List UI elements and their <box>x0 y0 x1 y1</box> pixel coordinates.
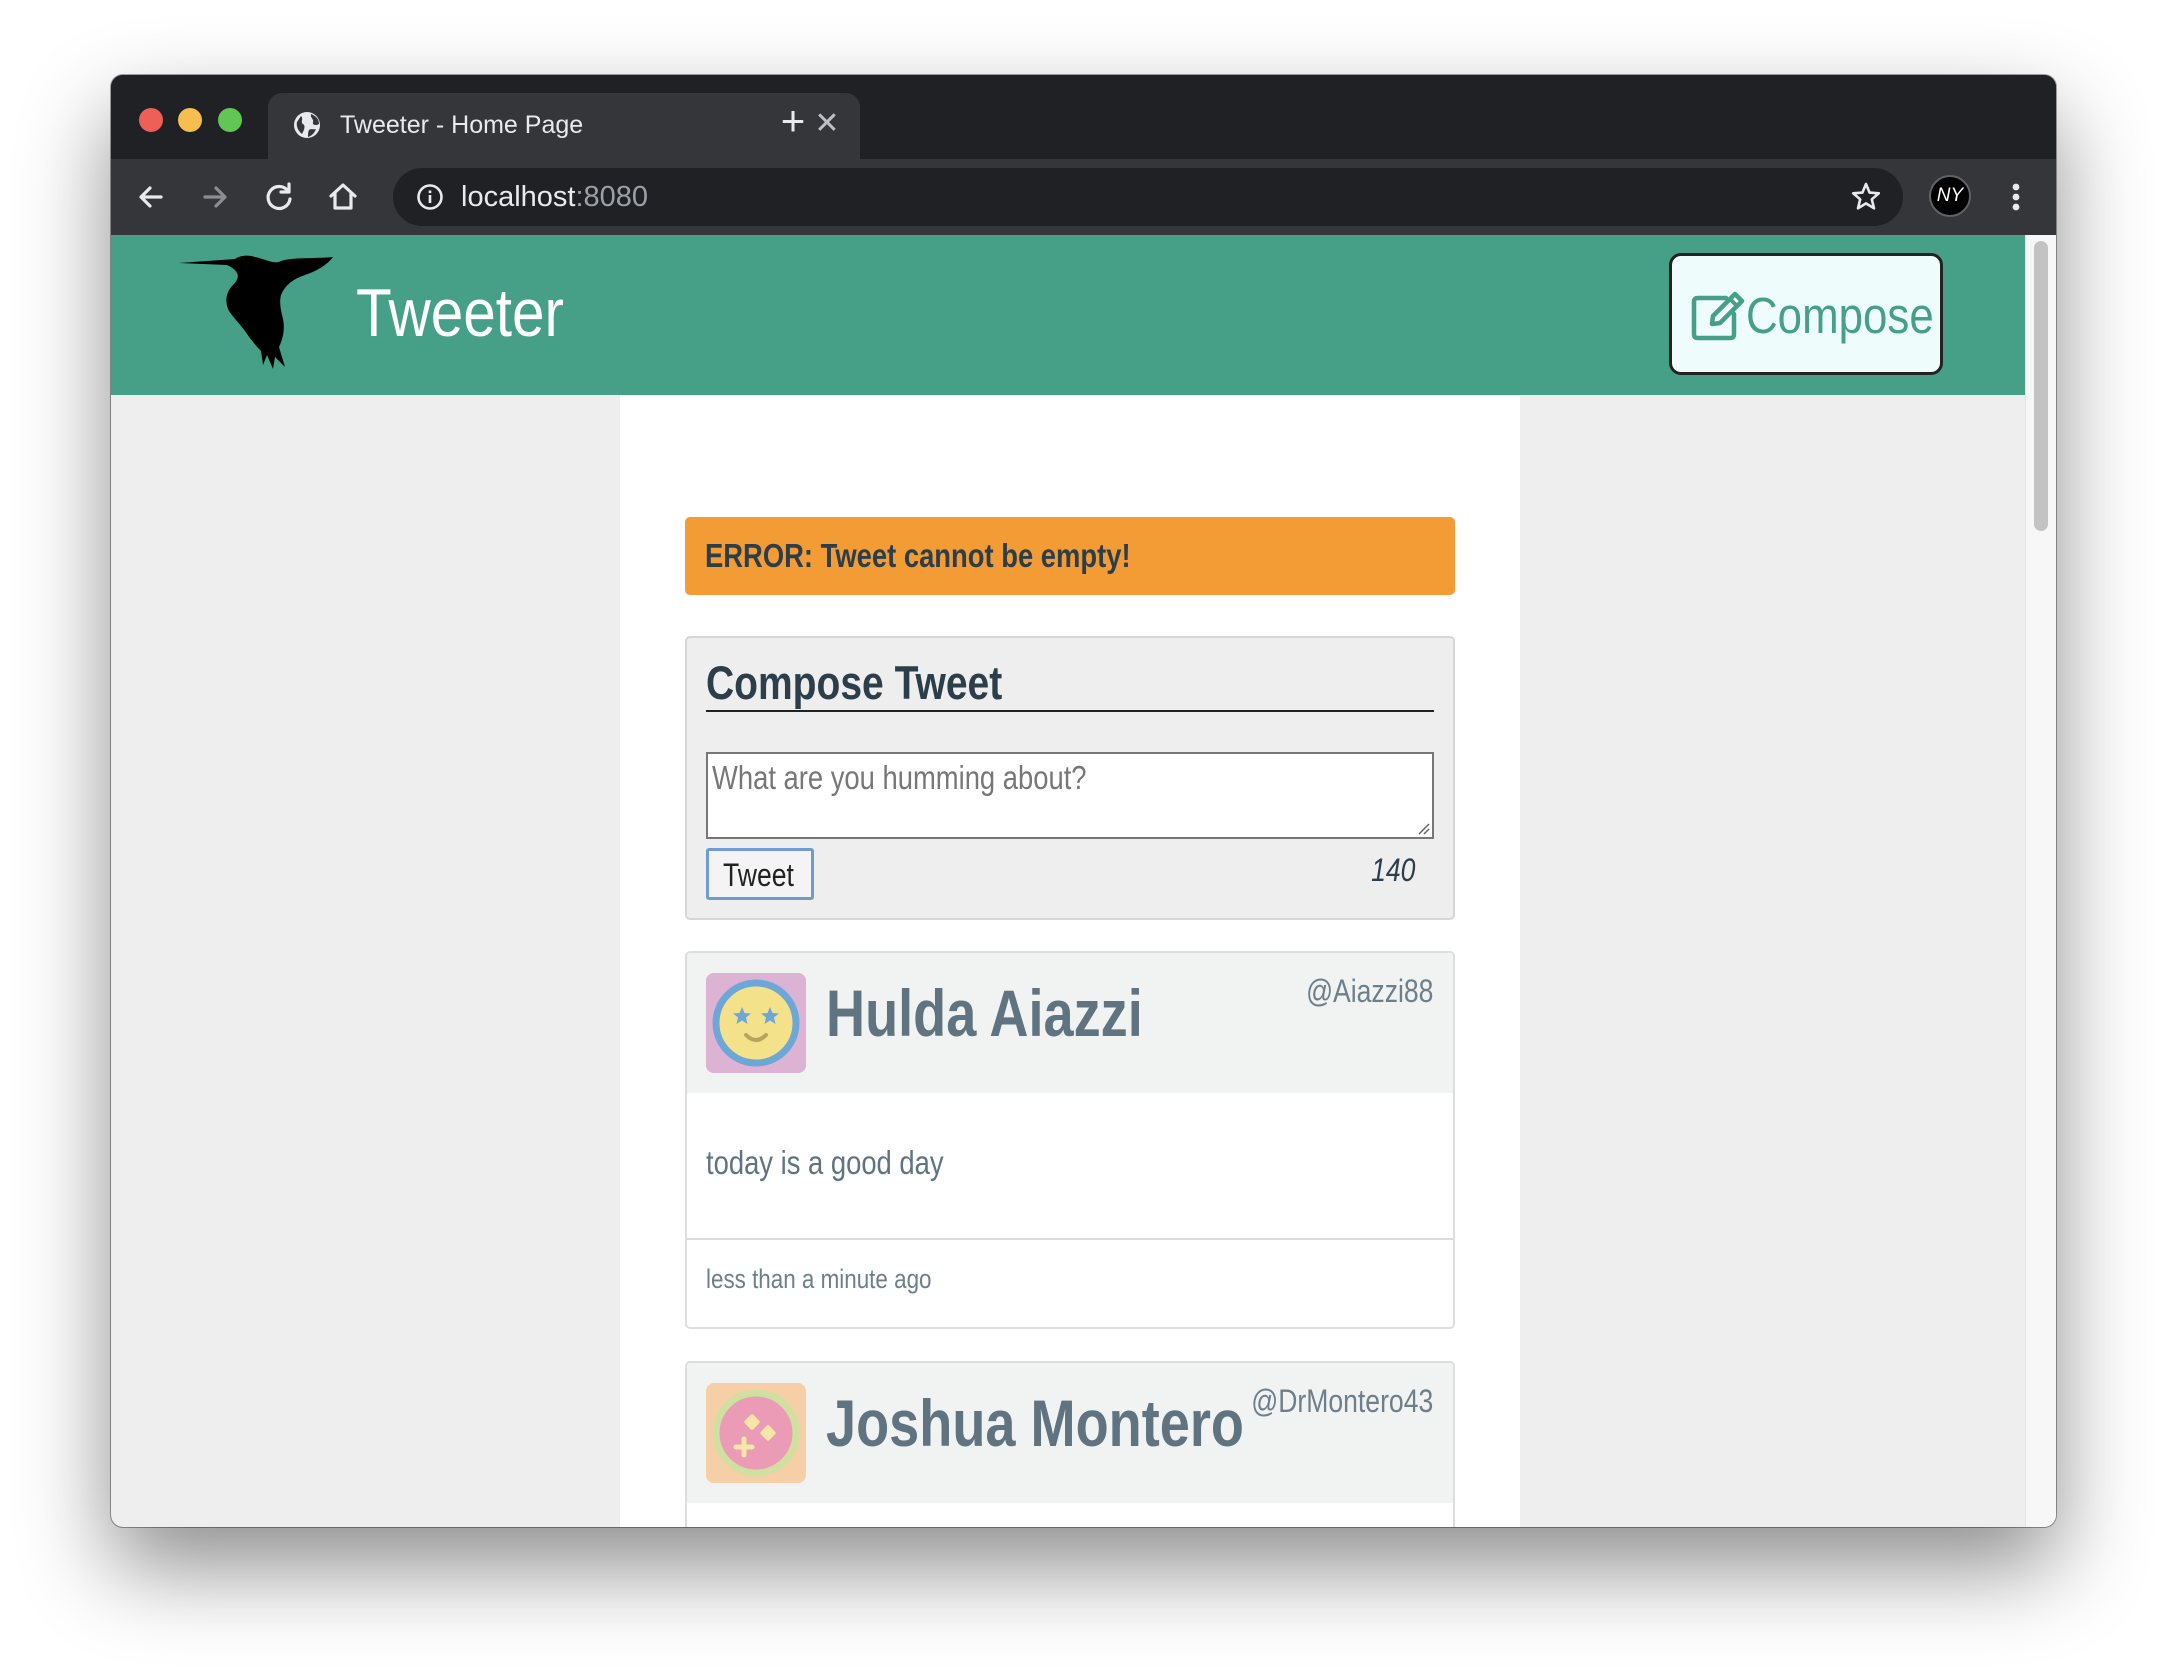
info-icon[interactable] <box>415 182 445 212</box>
tweet-timestamp: less than a minute ago <box>706 1264 932 1294</box>
tweet-header: Hulda Aiazzi @Aiazzi88 <box>687 953 1453 1093</box>
tweet-author-handle: @DrMontero43 <box>1251 1383 1433 1419</box>
tweet-textarea-placeholder: What are you humming about? <box>712 759 1087 796</box>
tweet-author-name: Joshua Montero <box>826 1386 1244 1460</box>
tweet-submit-button[interactable]: Tweet <box>706 848 814 900</box>
maximize-window-button[interactable] <box>218 108 242 132</box>
bookmark-star-icon[interactable] <box>1849 180 1883 214</box>
tweet-author-handle: @Aiazzi88 <box>1305 973 1433 1009</box>
close-tab-icon[interactable]: ✕ <box>814 109 840 139</box>
hummingbird-logo-icon <box>179 255 333 369</box>
globe-icon <box>294 112 320 138</box>
arrow-left-icon <box>139 186 163 208</box>
tweet-header: Joshua Montero @DrMontero43 <box>687 1363 1453 1503</box>
url-host: localhost <box>461 181 576 213</box>
edit-icon <box>1691 291 1745 341</box>
forward-button[interactable] <box>195 177 235 217</box>
browser-tab[interactable]: Tweeter - Home Page ✕ <box>268 93 860 159</box>
pink-dots-face-icon <box>706 1383 806 1483</box>
error-message: ERROR: Tweet cannot be empty! <box>705 537 1131 574</box>
app-title: Tweeter <box>356 275 565 351</box>
url-port: :8080 <box>575 181 649 213</box>
compose-label: Compose <box>1746 287 1934 344</box>
browser-toolbar: localhost:8080 NY <box>111 159 2056 235</box>
compose-button[interactable]: Compose <box>1669 253 1943 375</box>
main-container: ERROR: Tweet cannot be empty! Compose Tw… <box>620 395 1520 1527</box>
user-avatar <box>706 973 806 1073</box>
app-navbar: Tweeter Compose <box>111 235 2026 395</box>
tweet-submit-label: Tweet <box>723 857 794 893</box>
back-button[interactable] <box>131 177 171 217</box>
resize-handle-icon[interactable] <box>1414 819 1430 835</box>
tweet-textarea[interactable]: What are you humming about? <box>706 752 1434 839</box>
url-text: localhost:8080 <box>461 178 648 216</box>
compose-tweet-form: Compose Tweet What are you humming about… <box>685 636 1455 920</box>
tweet-card: Hulda Aiazzi @Aiazzi88 today is a good d… <box>685 951 1455 1329</box>
tweet-card: Joshua Montero @DrMontero43 <box>685 1361 1455 1527</box>
reload-icon <box>266 182 292 211</box>
page-viewport: Tweeter Compose ERROR: Tweet cannot be e… <box>111 235 2056 1527</box>
star-eyes-face-icon <box>706 973 806 1073</box>
char-counter: 140 <box>1370 852 1415 888</box>
minimize-window-button[interactable] <box>178 108 202 132</box>
arrow-right-icon <box>203 186 227 208</box>
compose-heading-text: Compose Tweet <box>706 656 1003 709</box>
home-button[interactable] <box>323 177 363 217</box>
close-window-button[interactable] <box>139 108 163 132</box>
more-vert-icon[interactable] <box>2001 177 2031 217</box>
tab-strip: Tweeter - Home Page ✕ + <box>111 75 2056 159</box>
home-icon <box>329 183 357 210</box>
page-scrollbar[interactable] <box>2025 235 2056 1527</box>
tweet-divider <box>687 1238 1453 1240</box>
new-tab-button[interactable]: + <box>776 100 810 142</box>
profile-avatar[interactable]: NY <box>1929 175 1971 217</box>
address-bar[interactable]: localhost:8080 <box>393 168 1903 226</box>
scrollbar-thumb[interactable] <box>2034 241 2048 531</box>
compose-heading: Compose Tweet <box>706 656 1434 712</box>
tweet-author-name: Hulda Aiazzi <box>826 976 1143 1050</box>
error-banner: ERROR: Tweet cannot be empty! <box>685 517 1455 595</box>
reload-button[interactable] <box>259 177 299 217</box>
user-avatar <box>706 1383 806 1483</box>
browser-window: Tweeter - Home Page ✕ + localhost:8080 N… <box>111 75 2056 1527</box>
tab-title: Tweeter - Home Page <box>340 111 584 139</box>
tweet-text: today is a good day <box>706 1144 944 1181</box>
